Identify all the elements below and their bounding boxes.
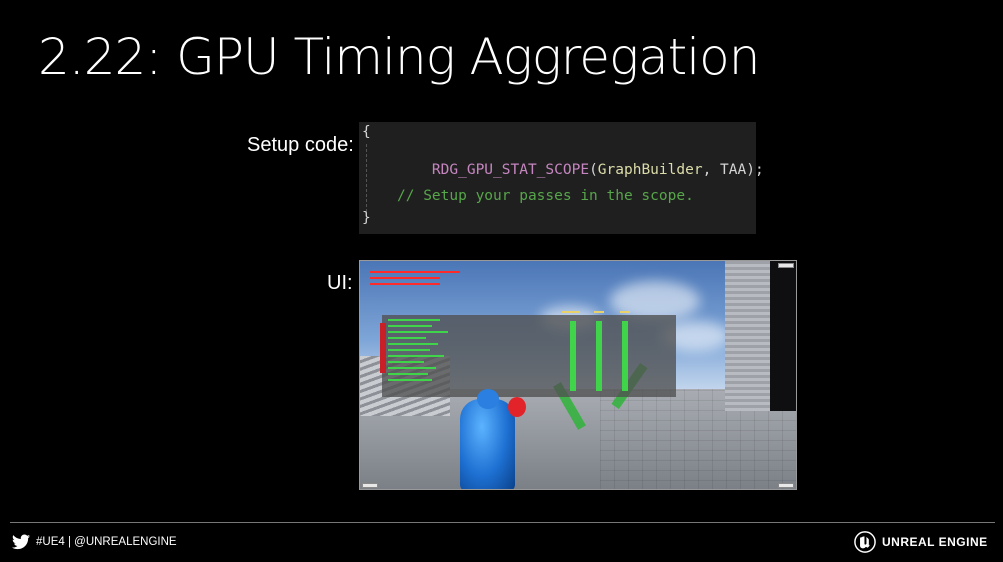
warning-line xyxy=(370,283,440,285)
stats-header xyxy=(562,311,580,313)
corner-tag xyxy=(362,483,378,488)
ui-label: UI: xyxy=(327,272,353,294)
red-bar xyxy=(380,323,386,373)
character xyxy=(460,399,515,489)
red-object xyxy=(508,397,526,417)
stat-row xyxy=(388,355,444,357)
stat-column xyxy=(596,321,602,391)
warning-line xyxy=(370,277,440,279)
corner-tag xyxy=(778,483,794,488)
stat-row xyxy=(388,343,438,345)
stat-row xyxy=(388,337,426,339)
stats-header xyxy=(594,311,604,313)
unreal-engine-logo-icon xyxy=(854,531,876,553)
arg-graphbuilder: GraphBuilder xyxy=(597,162,703,178)
stat-row xyxy=(388,319,440,321)
close-brace: } xyxy=(362,210,371,226)
code-block: { RDG_GPU_STAT_SCOPE(GraphBuilder, TAA);… xyxy=(359,122,764,234)
footer-divider xyxy=(10,522,995,523)
brand-name: UNREAL ENGINE xyxy=(882,535,988,549)
indent-guide xyxy=(366,144,367,212)
stats-header xyxy=(620,311,630,313)
footer-social-text: #UE4 | @UNREALENGINE xyxy=(36,536,177,548)
stat-row xyxy=(388,325,432,327)
code-line-call: RDG_GPU_STAT_SCOPE(GraphBuilder, TAA); xyxy=(397,146,764,194)
corner-tag xyxy=(778,263,794,268)
stat-row xyxy=(388,331,448,333)
character-head xyxy=(477,389,499,409)
warning-line xyxy=(370,271,460,273)
macro-name: RDG_GPU_STAT_SCOPE xyxy=(431,162,590,178)
paren-open: ( xyxy=(589,162,598,178)
open-brace: { xyxy=(362,124,371,140)
arg-taa: TAA xyxy=(720,162,747,178)
scene-building xyxy=(725,261,796,411)
footer-social: #UE4 | @UNREALENGINE xyxy=(12,534,177,550)
ui-screenshot xyxy=(359,260,797,490)
stat-row xyxy=(388,379,432,381)
call-end: ); xyxy=(746,162,764,178)
arg-separator: , xyxy=(702,162,721,178)
stat-row xyxy=(388,349,430,351)
stat-column xyxy=(570,321,576,391)
slide-title: 2.22: GPU Timing Aggregation xyxy=(38,28,760,86)
footer-brand: UNREAL ENGINE xyxy=(854,531,988,553)
setup-code-label: Setup code: xyxy=(247,134,354,156)
twitter-icon xyxy=(12,534,30,550)
stat-column xyxy=(622,321,628,391)
stat-row xyxy=(388,373,428,375)
stat-row xyxy=(388,361,424,363)
stat-row xyxy=(388,367,436,369)
code-comment: // Setup your passes in the scope. xyxy=(397,188,694,204)
